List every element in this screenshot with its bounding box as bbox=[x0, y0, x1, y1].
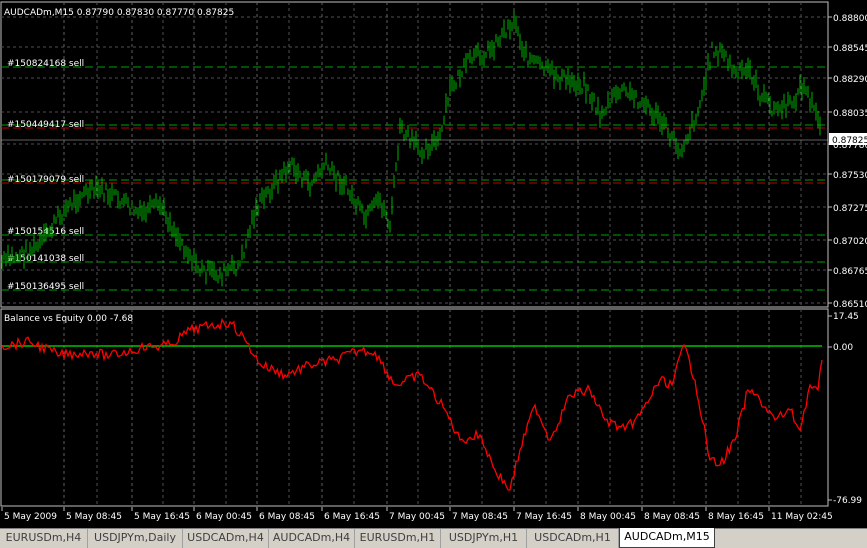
time-axis-label: 7 May 08:45 bbox=[452, 512, 508, 522]
time-axis-label: 8 May 08:45 bbox=[644, 512, 700, 522]
price-level-label: 0.88035 bbox=[833, 109, 867, 119]
time-axis-label: 7 May 00:45 bbox=[389, 512, 445, 522]
price-level-label: 0.87275 bbox=[833, 204, 867, 214]
order-label: #150179079 sell bbox=[7, 175, 84, 185]
price-level-label: 0.86765 bbox=[833, 267, 867, 277]
time-axis-label: 6 May 08:45 bbox=[259, 512, 315, 522]
time-axis-label: 8 May 16:45 bbox=[708, 512, 764, 522]
chart-tab[interactable]: USDCADm,H1 bbox=[527, 529, 619, 548]
chart-tab[interactable]: AUDCADm,H4 bbox=[269, 529, 355, 548]
price-candles bbox=[1, 10, 821, 287]
price-level-label: 0.87020 bbox=[833, 237, 867, 247]
order-label: #150449417 sell bbox=[7, 120, 84, 130]
order-label: #150824168 sell bbox=[7, 59, 84, 69]
time-axis-label: 8 May 00:45 bbox=[580, 512, 636, 522]
sub-chart-title: Balance vs Equity 0.00 -7.68 bbox=[4, 314, 133, 324]
price-level-label: 0.87530 bbox=[833, 171, 867, 181]
order-label: #150141038 sell bbox=[7, 254, 84, 264]
chart-tab[interactable]: USDCADm,H4 bbox=[183, 529, 269, 548]
chart-tab[interactable]: USDJPYm,H1 bbox=[441, 529, 527, 548]
time-axis-label: 7 May 16:45 bbox=[516, 512, 572, 522]
price-level-label: 0.88800 bbox=[833, 14, 867, 24]
sub-level-label: 0.00 bbox=[833, 343, 853, 353]
chart-area[interactable]: 0.88800 0.88545 0.88290 0.88035 0.87780 0.875… bbox=[0, 0, 867, 528]
price-level-label: 0.86510 bbox=[833, 300, 867, 310]
chart-header: AUDCADm,M15 0.87790 0.87830 0.87770 0.87… bbox=[4, 8, 234, 18]
sub-chart-border bbox=[0, 308, 829, 507]
sub-level-label: -76.99 bbox=[833, 496, 862, 506]
time-axis-label: 5 May 2009 bbox=[4, 512, 57, 522]
chart-tab[interactable]: EURUSDm,H4 bbox=[0, 529, 88, 548]
chart-tab[interactable]: EURUSDm,H1 bbox=[355, 529, 441, 548]
time-axis-label: 5 May 08:45 bbox=[66, 512, 122, 522]
sub-level-label: 17.45 bbox=[833, 312, 859, 322]
time-axis-label: 5 May 16:45 bbox=[134, 512, 190, 522]
time-axis-label: 6 May 16:45 bbox=[324, 512, 380, 522]
current-price-label: 0.87825 bbox=[832, 136, 867, 146]
order-label: #150136495 sell bbox=[7, 282, 84, 292]
equity-line bbox=[1, 317, 823, 491]
price-level-label: 0.88545 bbox=[833, 44, 867, 54]
chart-tab[interactable]: USDJPYm,Daily bbox=[88, 529, 183, 548]
price-level-label: 0.88290 bbox=[833, 75, 867, 85]
chart-canvas[interactable]: 0.888000.885450.882900.880350.877800.875… bbox=[0, 0, 867, 528]
main-chart-border bbox=[0, 1, 829, 308]
time-axis-label: 6 May 00:45 bbox=[196, 512, 252, 522]
time-axis-label: 11 May 02:45 bbox=[771, 512, 833, 522]
chart-tabs-bar: EURUSDm,H4 USDJPYm,Daily USDCADm,H4 AUDCADm… bbox=[0, 528, 867, 548]
chart-tab[interactable]: AUDCADm,M15 bbox=[619, 528, 715, 548]
